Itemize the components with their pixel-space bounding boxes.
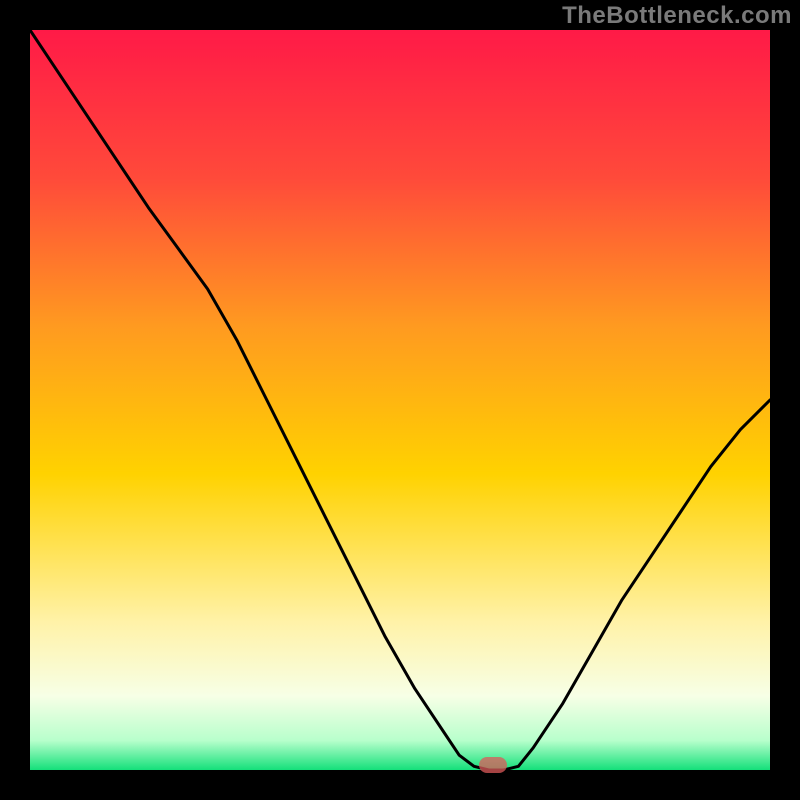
gradient-background [30, 30, 770, 770]
optimal-marker [479, 757, 507, 773]
watermark-text: TheBottleneck.com [562, 2, 792, 30]
chart-svg [30, 30, 770, 770]
plot-area [30, 30, 770, 770]
chart-frame: TheBottleneck.com [0, 0, 800, 800]
